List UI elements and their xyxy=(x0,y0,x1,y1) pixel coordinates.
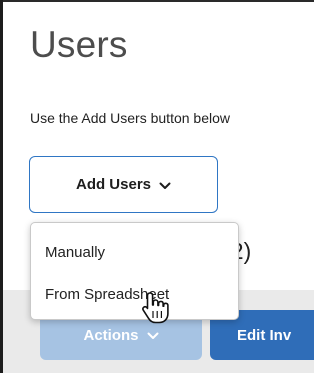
hand-pointer-icon xyxy=(142,292,169,324)
add-users-button[interactable]: Add Users xyxy=(29,156,218,213)
page-title: Users xyxy=(30,24,128,65)
window-top-edge xyxy=(0,0,314,2)
chevron-down-icon xyxy=(147,332,158,339)
add-users-button-label: Add Users xyxy=(75,176,152,193)
menu-item-from-spreadsheet[interactable]: From Spreadsheet xyxy=(31,286,238,303)
chevron-down-icon xyxy=(159,182,171,189)
menu-item-manually[interactable]: Manually xyxy=(31,244,238,261)
app-window: Users Use the Add Users button below Add… xyxy=(0,0,314,373)
instructions-text: Use the Add Users button below xyxy=(30,110,231,126)
add-users-dropdown-menu: Manually From Spreadsheet xyxy=(30,222,239,320)
actions-button-label: Actions xyxy=(83,326,139,344)
edit-invites-button-label: Edit Inv xyxy=(237,326,292,344)
